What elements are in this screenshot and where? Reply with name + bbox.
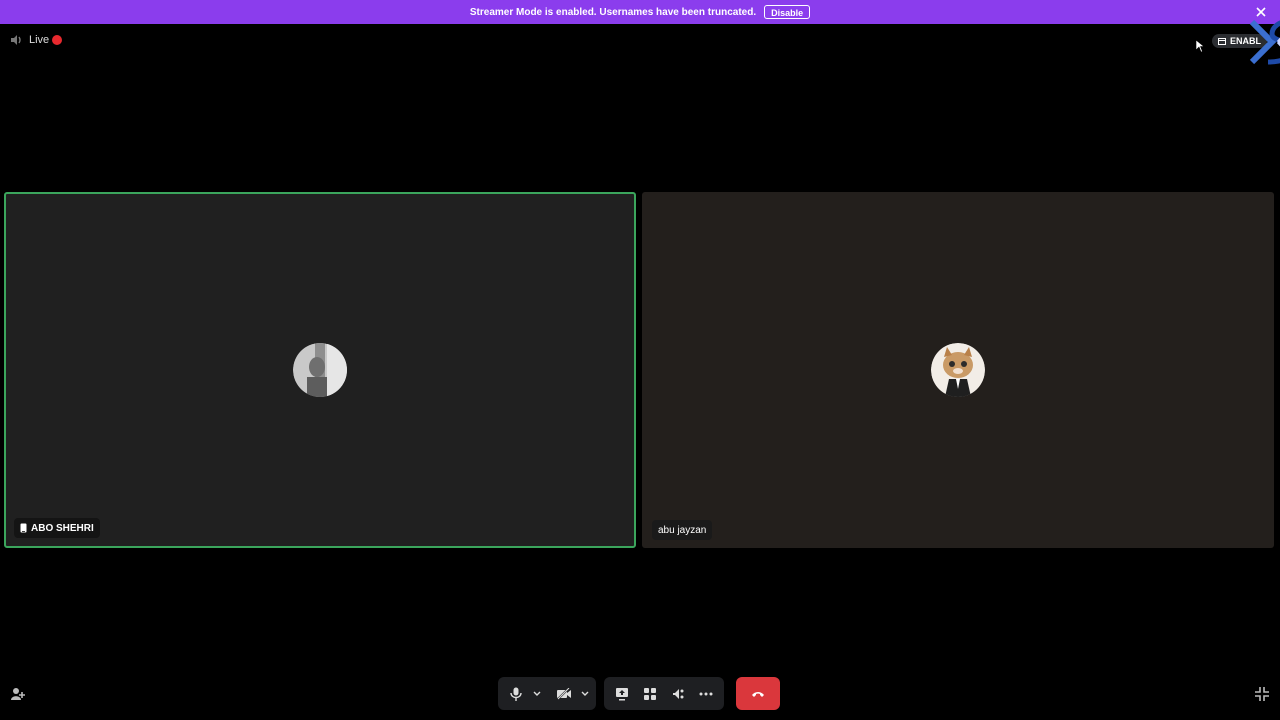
streamer-mode-banner: Streamer Mode is enabled. Usernames have… — [0, 0, 1280, 24]
video-options-button[interactable] — [578, 680, 592, 708]
hangup-icon — [752, 691, 764, 697]
screen-share-icon — [616, 687, 628, 700]
add-people-icon[interactable] — [10, 686, 26, 702]
avatar — [931, 343, 985, 397]
participant-name-tag: ABO SHEHRI — [14, 518, 100, 538]
watermark-logo-icon — [1249, 19, 1280, 65]
live-indicator: Live — [9, 33, 63, 47]
activities-icon — [644, 687, 656, 700]
actions-group — [604, 677, 724, 710]
microphone-icon — [510, 687, 522, 701]
soundboard-button[interactable] — [664, 680, 692, 708]
banner-message: Streamer Mode is enabled. Usernames have… — [469, 6, 757, 18]
participant-tile-abu-jayzan[interactable]: abu jayzan — [642, 192, 1274, 548]
cursor-icon — [1196, 40, 1205, 52]
audio-options-button[interactable] — [530, 680, 544, 708]
more-icon — [699, 692, 713, 695]
live-dot — [52, 35, 63, 45]
camera-button[interactable] — [550, 680, 578, 708]
call-controls — [498, 677, 780, 710]
participant-name: ABO SHEHRI — [31, 522, 94, 534]
screen-share-button[interactable] — [608, 680, 636, 708]
participant-name: abu jayzan — [658, 524, 707, 536]
more-button[interactable] — [692, 680, 720, 708]
soundboard-icon — [673, 688, 684, 699]
avatar — [293, 343, 347, 397]
audio-video-group — [498, 677, 596, 710]
participant-name-tag: abu jayzan — [652, 520, 713, 540]
activities-button[interactable] — [636, 680, 664, 708]
chevron-down-icon — [581, 691, 589, 696]
live-label: Live — [29, 34, 50, 46]
participant-tile-abo-shehri[interactable]: ABO SHEHRI — [4, 192, 636, 548]
microphone-button[interactable] — [502, 680, 530, 708]
top-right-area: ENABL — [1160, 14, 1280, 66]
window-icon — [1218, 37, 1226, 45]
speaker-icon[interactable] — [9, 33, 23, 47]
chevron-down-icon — [533, 691, 541, 696]
camera-off-icon — [557, 687, 571, 700]
exit-fullscreen-icon[interactable] — [1254, 686, 1270, 702]
mobile-icon — [20, 523, 27, 533]
disconnect-button[interactable] — [736, 677, 780, 710]
disable-streamer-mode-button[interactable]: Disable — [764, 5, 811, 19]
